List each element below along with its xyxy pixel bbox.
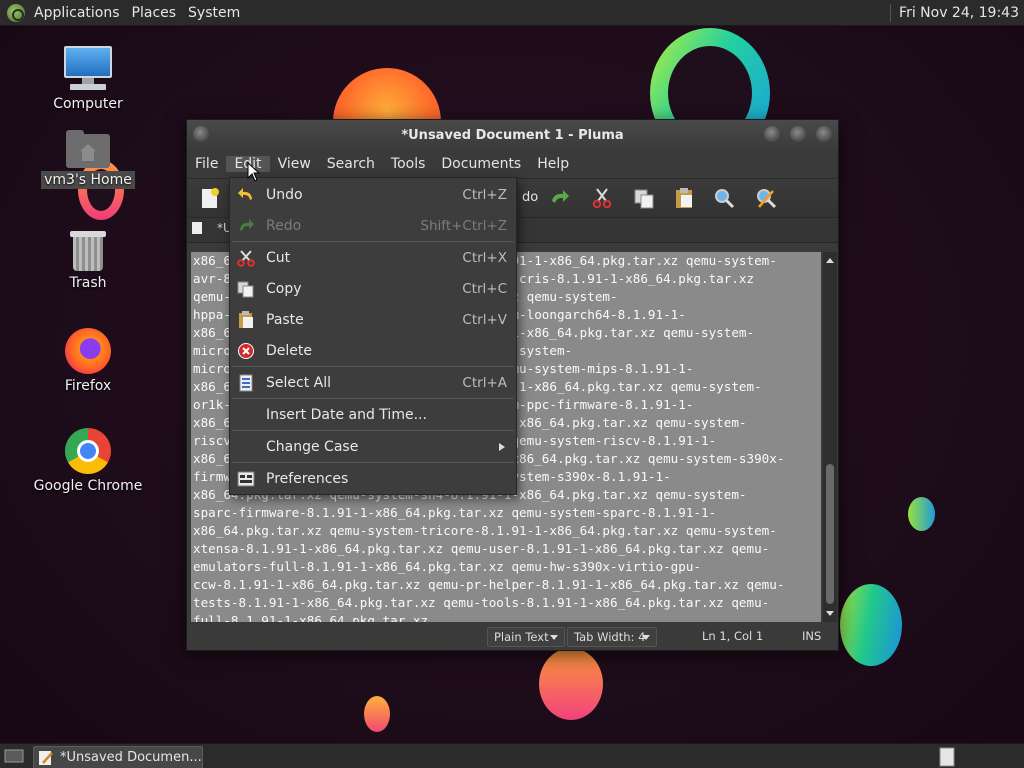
home-folder-icon bbox=[66, 130, 110, 168]
menu-item-undo[interactable]: Undo Ctrl+Z bbox=[230, 180, 516, 210]
window-menu-button[interactable] bbox=[193, 126, 209, 142]
find-replace-icon[interactable] bbox=[755, 187, 777, 209]
text-editor-icon bbox=[39, 750, 53, 765]
desktop-icon-label: Google Chrome bbox=[33, 478, 143, 494]
menu-item-cut[interactable]: Cut Ctrl+X bbox=[230, 243, 516, 273]
menu-search[interactable]: Search bbox=[319, 156, 383, 172]
submenu-arrow-icon bbox=[499, 443, 505, 451]
copy-icon[interactable] bbox=[633, 187, 655, 209]
menu-item-copy[interactable]: Copy Ctrl+C bbox=[230, 274, 516, 304]
top-panel: Applications Places System Fri Nov 24, 1… bbox=[0, 0, 1024, 26]
desktop-icon-label: Firefox bbox=[64, 378, 112, 394]
system-menu[interactable]: System bbox=[185, 5, 249, 21]
delete-icon bbox=[238, 343, 254, 359]
desktop-icon-chrome[interactable]: Google Chrome bbox=[28, 428, 148, 494]
document-tab[interactable]: *U bbox=[191, 221, 232, 235]
copy-icon bbox=[237, 281, 254, 298]
paste-icon[interactable] bbox=[673, 187, 695, 209]
desktop-icon-label: Computer bbox=[53, 96, 123, 112]
menu-view[interactable]: View bbox=[270, 156, 319, 172]
chrome-icon bbox=[65, 428, 111, 474]
scissors-icon bbox=[237, 250, 255, 267]
close-button[interactable] bbox=[816, 126, 832, 142]
select-all-icon bbox=[239, 374, 253, 392]
taskbar-item-pluma[interactable]: *Unsaved Documen... bbox=[33, 746, 203, 768]
places-menu[interactable]: Places bbox=[129, 5, 186, 21]
mouse-cursor-icon bbox=[247, 162, 261, 182]
menubar: File Edit View Search Tools Documents He… bbox=[187, 150, 838, 178]
scrollbar-thumb[interactable] bbox=[826, 464, 834, 604]
menu-separator bbox=[232, 398, 514, 399]
menu-separator bbox=[232, 462, 514, 463]
wallpaper-small-orange-blob bbox=[364, 696, 390, 732]
cut-icon[interactable] bbox=[591, 187, 613, 209]
menu-documents[interactable]: Documents bbox=[433, 156, 529, 172]
menu-file[interactable]: File bbox=[187, 156, 226, 172]
menu-item-change-case[interactable]: Change Case bbox=[230, 432, 516, 462]
wallpaper-green-blob bbox=[840, 584, 902, 666]
insert-mode: INS bbox=[802, 629, 822, 643]
tab-width-selector[interactable]: Tab Width: 4 bbox=[567, 627, 657, 647]
desktop: Applications Places System Fri Nov 24, 1… bbox=[0, 0, 1024, 768]
menu-separator bbox=[232, 430, 514, 431]
desktop-icon-trash[interactable]: Trash bbox=[28, 229, 148, 291]
edit-menu-dropdown: Undo Ctrl+Z Redo Shift+Ctrl+Z Cut Ctrl+X… bbox=[229, 177, 517, 495]
scroll-down-arrow-icon[interactable] bbox=[823, 608, 837, 620]
menu-help[interactable]: Help bbox=[529, 156, 577, 172]
applications-menu[interactable]: Applications bbox=[31, 5, 129, 21]
wallpaper-pink-blob bbox=[539, 648, 603, 720]
wallpaper-blue-blob bbox=[908, 497, 935, 531]
menu-item-insert-date-time[interactable]: Insert Date and Time... bbox=[230, 400, 516, 430]
taskbar-item-label: *Unsaved Documen... bbox=[60, 750, 202, 765]
syntax-label: Plain Text bbox=[494, 630, 549, 644]
new-document-icon[interactable] bbox=[199, 187, 221, 209]
syntax-selector[interactable]: Plain Text bbox=[487, 627, 565, 647]
bottom-panel: *Unsaved Documen... bbox=[0, 743, 1024, 768]
menu-tools[interactable]: Tools bbox=[383, 156, 434, 172]
menu-item-select-all[interactable]: Select All Ctrl+A bbox=[230, 368, 516, 398]
firefox-icon bbox=[65, 328, 111, 374]
tab-width-label: Tab Width: 4 bbox=[574, 630, 646, 644]
undo-icon bbox=[238, 188, 252, 200]
menu-separator bbox=[232, 366, 514, 367]
preferences-icon bbox=[237, 471, 255, 487]
desktop-icon-firefox[interactable]: Firefox bbox=[28, 328, 148, 394]
status-bar: Plain Text Tab Width: 4 Ln 1, Col 1 INS bbox=[187, 623, 838, 649]
desktop-icon-computer[interactable]: Computer bbox=[28, 46, 148, 112]
workspace-switcher-icon[interactable] bbox=[939, 747, 955, 767]
minimize-button[interactable] bbox=[764, 126, 780, 142]
redo-icon bbox=[240, 219, 254, 231]
cursor-position: Ln 1, Col 1 bbox=[702, 629, 764, 643]
dropdown-arrow-icon bbox=[642, 635, 650, 640]
menu-item-delete[interactable]: Delete bbox=[230, 336, 516, 366]
desktop-icon-home[interactable]: vm3's Home bbox=[28, 130, 148, 189]
paste-icon bbox=[239, 311, 253, 328]
menu-item-paste[interactable]: Paste Ctrl+V bbox=[230, 305, 516, 335]
redo-icon[interactable] bbox=[549, 187, 571, 209]
document-icon bbox=[192, 222, 202, 234]
dropdown-arrow-icon bbox=[550, 635, 558, 640]
find-icon[interactable] bbox=[713, 187, 735, 209]
menu-item-preferences[interactable]: Preferences bbox=[230, 464, 516, 494]
window-title: *Unsaved Document 1 - Pluma bbox=[401, 127, 624, 143]
trash-icon bbox=[70, 229, 106, 271]
computer-icon bbox=[64, 46, 112, 92]
window-titlebar[interactable]: *Unsaved Document 1 - Pluma bbox=[187, 120, 838, 150]
menu-item-redo[interactable]: Redo Shift+Ctrl+Z bbox=[230, 211, 516, 241]
vertical-scrollbar[interactable] bbox=[823, 252, 837, 622]
desktop-icon-label: Trash bbox=[69, 275, 107, 291]
menu-separator bbox=[232, 241, 514, 242]
desktop-icon-label: vm3's Home bbox=[28, 171, 148, 189]
maximize-button[interactable] bbox=[790, 126, 806, 142]
scroll-up-arrow-icon[interactable] bbox=[823, 254, 837, 266]
show-desktop-icon[interactable] bbox=[4, 748, 24, 764]
undo-label-fragment[interactable]: do bbox=[522, 190, 538, 205]
mate-logo-icon[interactable] bbox=[7, 3, 25, 22]
clock[interactable]: Fri Nov 24, 19:43 bbox=[890, 3, 1024, 22]
